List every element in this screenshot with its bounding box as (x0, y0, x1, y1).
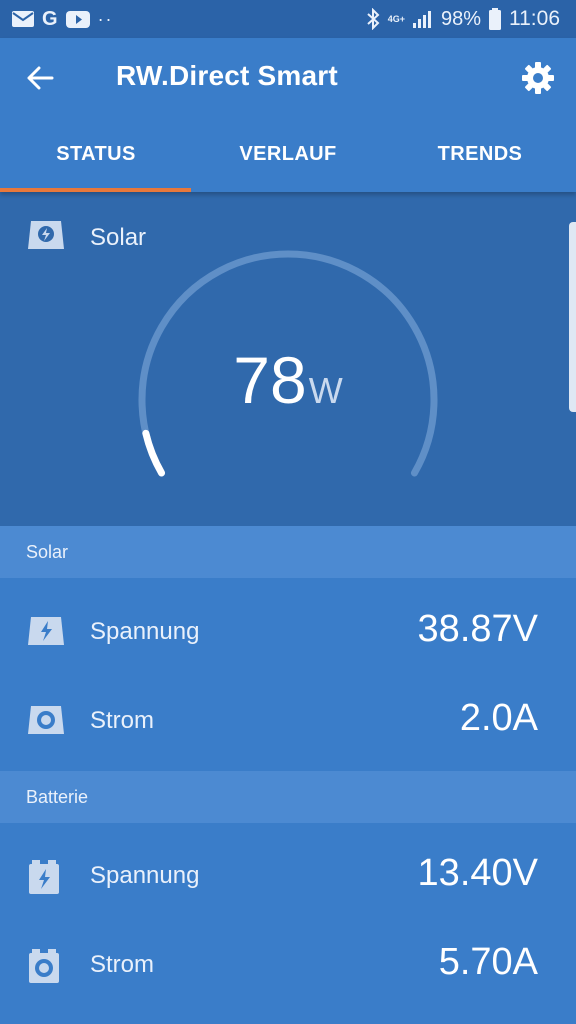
tab-trends[interactable]: TRENDS (384, 116, 576, 192)
section-header-batterie: Batterie (0, 771, 576, 823)
app-bar: RW.Direct Smart STATUS VERLAUF TRENDS (0, 38, 576, 192)
status-bar: G ·· 4G+ 98% 11:06 (0, 0, 576, 38)
settings-button[interactable] (518, 58, 558, 98)
list-item-battery-current[interactable]: Strom 5.70A (0, 921, 576, 1011)
gauge-readout: 78W (0, 342, 576, 418)
row-label: Strom (90, 951, 155, 978)
scroll-indicator[interactable] (569, 222, 576, 412)
mail-icon (12, 11, 34, 27)
section-header-solar: Solar (0, 526, 576, 578)
tab-status[interactable]: STATUS (0, 116, 192, 192)
solar-voltage-icon (28, 617, 64, 645)
more-notifications: ·· (97, 8, 114, 29)
row-label: Strom (90, 707, 155, 734)
section-title: Solar (26, 541, 69, 562)
gear-icon (522, 62, 554, 94)
youtube-icon (65, 10, 90, 28)
power-value: 78 (233, 343, 307, 417)
back-button[interactable] (20, 58, 60, 98)
tab-verlauf[interactable]: VERLAUF (192, 116, 384, 192)
solar-gauge-panel: Solar 78W (0, 192, 576, 526)
network-type-label: 4G+ (387, 14, 405, 24)
row-value: 38.87V (417, 608, 538, 650)
list-item-solar-current[interactable]: Strom 2.0A (0, 677, 576, 767)
bluetooth-icon (367, 8, 380, 30)
power-unit: W (308, 370, 343, 411)
battery-icon (489, 8, 501, 30)
row-value: 5.70A (438, 941, 538, 983)
solar-current-icon (28, 706, 64, 734)
list-item-solar-voltage[interactable]: Spannung 38.87V (0, 588, 576, 678)
active-tab-indicator (0, 188, 191, 192)
row-value: 2.0A (459, 697, 538, 739)
arrow-left-icon (27, 66, 54, 90)
row-label: Spannung (90, 618, 200, 645)
tab-bar: STATUS VERLAUF TRENDS (0, 116, 576, 192)
row-label: Spannung (90, 862, 200, 889)
battery-voltage-icon (29, 860, 59, 894)
list-item-battery-voltage[interactable]: Spannung 13.40V (0, 832, 576, 922)
battery-current-icon (29, 949, 59, 983)
row-value: 13.40V (417, 852, 538, 894)
page-title: RW.Direct Smart (116, 60, 338, 91)
section-title: Batterie (26, 786, 89, 807)
signal-icon (412, 11, 431, 28)
battery-percent: 98% (440, 7, 481, 30)
gauge-fill (142, 429, 166, 477)
clock: 11:06 (509, 7, 560, 30)
google-icon: G (42, 7, 58, 30)
